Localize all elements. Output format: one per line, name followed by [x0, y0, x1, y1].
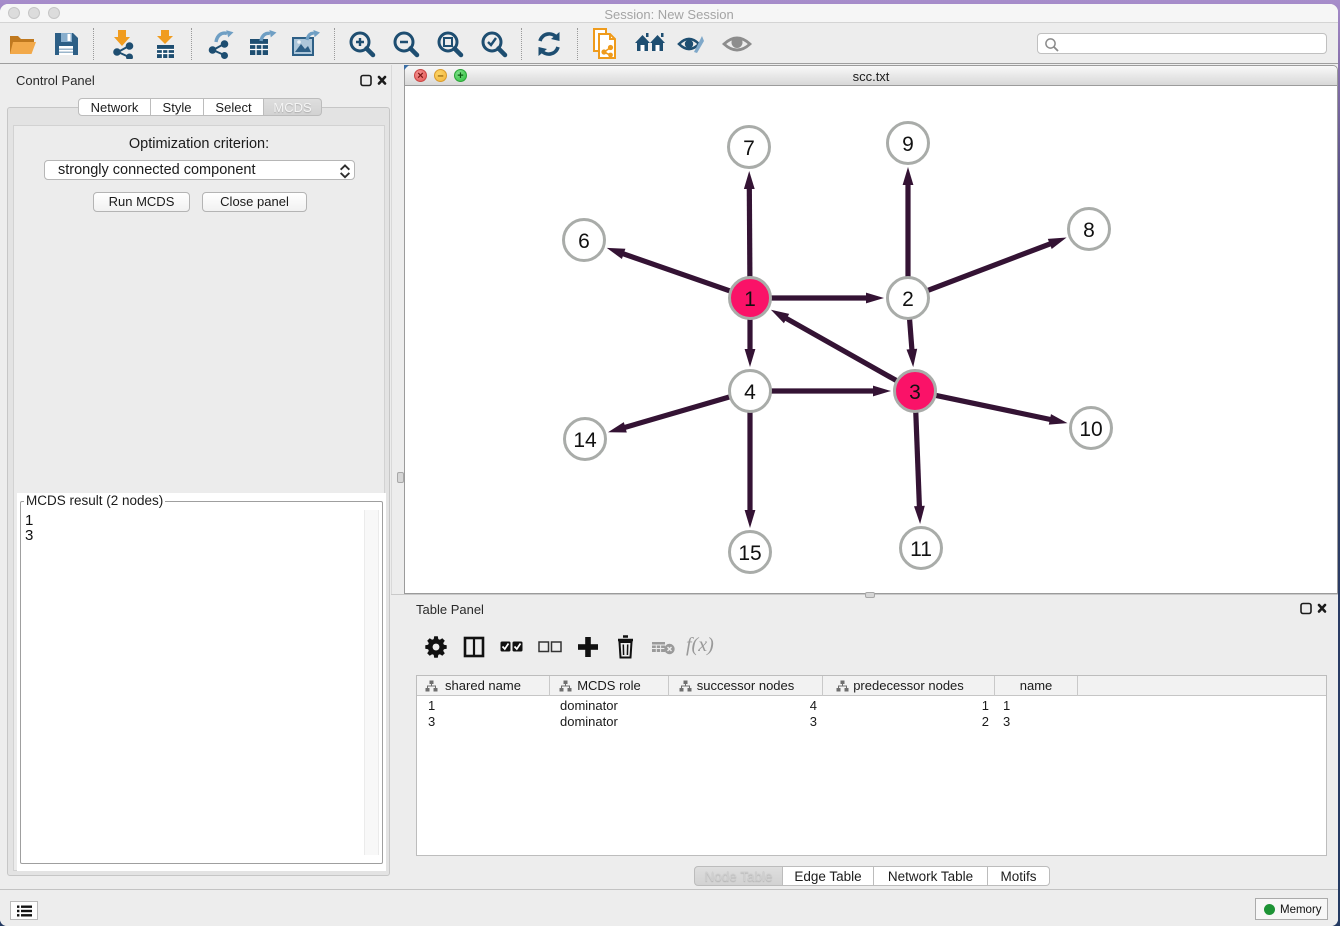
svg-text:14: 14 — [573, 429, 597, 452]
svg-text:4: 4 — [744, 381, 756, 404]
svg-text:15: 15 — [738, 542, 761, 565]
svg-text:8: 8 — [1083, 219, 1095, 242]
svg-text:11: 11 — [910, 538, 932, 561]
svg-text:1: 1 — [744, 288, 756, 311]
svg-text:7: 7 — [743, 137, 755, 160]
svg-text:9: 9 — [902, 133, 914, 156]
svg-text:6: 6 — [578, 230, 590, 253]
svg-text:3: 3 — [909, 381, 921, 404]
svg-text:10: 10 — [1079, 418, 1102, 441]
svg-text:2: 2 — [902, 288, 914, 311]
